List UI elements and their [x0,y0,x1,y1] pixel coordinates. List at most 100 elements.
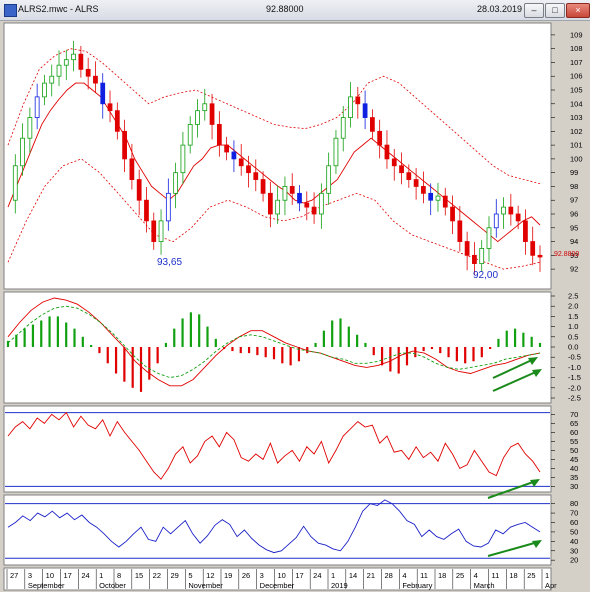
day-label: 18 [509,571,517,580]
macd-tick-label: 1.0 [568,322,578,331]
rsi-tick-label: 70 [570,410,578,419]
candle-body [173,172,178,194]
candle-body [93,75,98,84]
candle-body [289,186,295,194]
price-tick-label: 101 [570,141,583,150]
candle-body [114,110,120,132]
candle-body [85,68,91,77]
title-date: 28.03.2019 [477,4,523,14]
candle-body [216,124,222,146]
candle-body [209,103,215,125]
close-button[interactable]: × [566,3,590,18]
day-label: 1 [545,571,549,580]
candle-body [311,206,317,215]
rsi-tick-label: 35 [570,473,578,482]
day-label: 10 [278,571,286,580]
candle-body [464,241,470,256]
candle-body [406,172,412,180]
candle-body [253,172,259,180]
candle-body [421,186,426,194]
price-tick-label: 96 [570,210,578,219]
day-label: 12 [206,571,214,580]
macd-panel[interactable] [3,291,552,404]
low-annotation-1: 93,65 [157,257,182,268]
stoch-tick-label: 70 [570,509,578,518]
candle-body [297,192,302,204]
candle-body [304,202,310,208]
candle-body [187,124,193,146]
day-label: 27 [10,571,18,580]
candle-body [267,192,273,215]
macd-tick-label: 2.0 [568,302,578,311]
candle-body [20,137,25,167]
day-label: 11 [492,571,500,580]
macd-tick-label: -2.5 [568,394,581,403]
month-label: October [99,581,126,590]
chart-area[interactable]: 1091081071061051041031021011009998979695… [0,20,590,592]
day-label: 4 [402,571,406,580]
stoch-tick-label: 50 [570,527,578,536]
day-label: 5 [188,571,192,580]
candle-body [49,75,55,84]
month-label: December [260,581,295,590]
candle-body [413,179,419,187]
candle-body [27,117,33,139]
day-label: 29 [171,571,179,580]
chart-window: ALRS2.mwc - ALRS 92.88000 28.03.2019 – □… [0,0,590,592]
day-label: 22 [153,571,161,580]
candle-body [493,213,499,229]
candle-body [144,199,149,222]
candle-body [260,179,266,194]
minimize-button[interactable]: – [524,3,544,18]
day-label: 4 [474,571,478,580]
candle-body [442,195,448,208]
candle-body [78,53,84,70]
low-annotation-2: 92,00 [473,270,498,281]
maximize-button[interactable]: □ [545,3,565,18]
candle-body [501,206,506,215]
candle-body [457,220,463,242]
price-tick-label: 99 [570,168,578,177]
stoch-tick-label: 20 [570,556,578,565]
price-tick-label: 109 [570,30,583,39]
rsi-tick-label: 50 [570,446,578,455]
day-label: 8 [117,571,121,580]
macd-tick-label: -1.5 [568,373,581,382]
price-tick-label: 95 [570,223,578,232]
candle-body [238,158,244,167]
candle-body [333,137,339,167]
title-bar[interactable]: ALRS2.mwc - ALRS 92.88000 28.03.2019 – □… [0,0,590,21]
day-label: 10 [46,571,54,580]
candle-body [472,254,477,264]
stoch-tick-label: 60 [570,518,578,527]
candle-body [165,192,171,222]
price-tick-label: 94 [570,237,578,246]
rsi-tick-label: 30 [570,482,578,491]
candle-body [63,59,69,66]
candle-body [537,254,543,258]
candle-body [348,96,353,118]
candle-body [275,199,281,215]
candle-body [428,192,434,201]
candle-body [180,144,186,174]
macd-tick-label: 0.5 [568,332,578,341]
rsi-tick-label: 60 [570,428,578,437]
day-label: 3 [260,571,264,580]
month-label: November [188,581,223,590]
candle-body [523,220,528,242]
day-label: 25 [527,571,535,580]
candle-body [370,117,375,132]
price-tick-label: 106 [570,72,583,81]
price-tick-label: 100 [570,154,583,163]
macd-tick-label: -1.0 [568,363,581,372]
candle-body [202,103,208,112]
candle-body [12,165,18,201]
candle-body [318,192,324,215]
day-label: 1 [99,571,103,580]
month-label: September [28,581,65,590]
candle-body [129,158,135,180]
rsi-panel[interactable] [3,405,552,493]
stoch-panel[interactable] [3,494,552,566]
rsi-tick-label: 45 [570,455,578,464]
candle-body [479,248,485,264]
